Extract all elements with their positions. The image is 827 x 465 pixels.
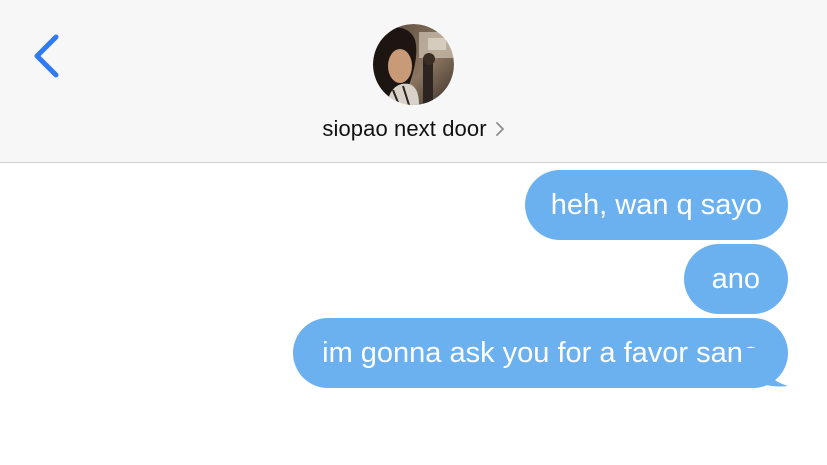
contact-name: siopao next door [322,116,487,141]
message-thread: heh, wan q sayo ano im gonna ask you for… [0,163,827,465]
bubble-tail [742,348,788,387]
message-text: ano [711,262,760,295]
back-button[interactable] [28,30,68,82]
conversation-header: siopao next door [0,0,827,163]
message-bubble[interactable]: ano [683,244,788,314]
chevron-left-icon [34,34,59,78]
message-text: heh, wan q sayo [550,188,762,221]
message-bubble[interactable]: heh, wan q sayo [524,170,788,240]
chevron-right-icon [495,122,504,136]
message-text: im gonna ask you for a favor sana [322,336,759,369]
contact-name-button[interactable]: siopao next door [0,112,827,146]
contact-avatar[interactable] [373,24,454,105]
avatar-photo [373,24,454,105]
message-bubble[interactable]: im gonna ask you for a favor sana [293,318,788,388]
